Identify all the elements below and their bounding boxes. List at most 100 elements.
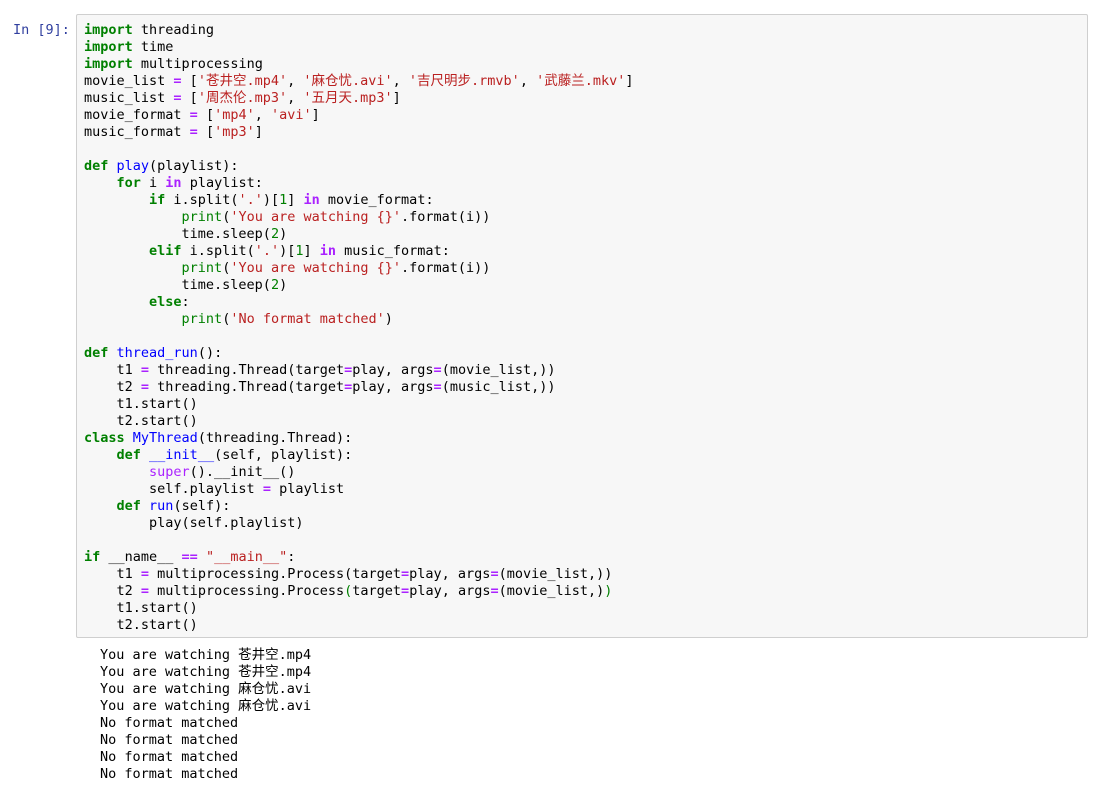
- code-token: i.split(: [165, 192, 239, 208]
- code-token: '五月天.mp3': [303, 90, 393, 106]
- code-token: def: [116, 447, 141, 463]
- code-line: t1 = threading.Thread(target=play, args=…: [84, 362, 634, 379]
- code-token: threading: [132, 22, 215, 38]
- output-line: No format matched: [100, 749, 239, 765]
- code-token: ): [384, 311, 393, 327]
- output-line: You are watching 麻仓忧.avi: [100, 698, 312, 714]
- code-token: movie_format:: [319, 192, 434, 208]
- code-line: import time: [84, 39, 634, 56]
- code-token: 'mp3': [214, 124, 255, 140]
- code-token: '麻仓忧.avi': [303, 73, 393, 89]
- code-token: =: [173, 90, 182, 106]
- code-token: movie_format: [84, 107, 190, 123]
- code-token: import: [84, 56, 133, 72]
- code-token: import: [84, 39, 133, 55]
- code-line: music_list = ['周杰伦.mp3', '五月天.mp3']: [84, 90, 634, 107]
- code-token: ]: [287, 192, 304, 208]
- code-token: i.split(: [181, 243, 255, 259]
- code-token: 'mp4': [214, 107, 255, 123]
- code-token: (movie_list,): [498, 583, 605, 599]
- code-token: 'You are watching {}': [230, 260, 402, 276]
- code-token: t1.start(): [84, 396, 198, 412]
- code-token: [: [181, 73, 198, 89]
- code-token: music_format: [84, 124, 190, 140]
- code-editor[interactable]: import threading import time import multip…: [76, 14, 1088, 638]
- code-line: t2 = threading.Thread(target=play, args=…: [84, 379, 634, 396]
- code-token: =: [140, 566, 150, 582]
- code-token: t1: [84, 362, 141, 378]
- code-token: =: [140, 583, 150, 599]
- code-token: music_list: [84, 90, 174, 106]
- code-token: print: [181, 260, 223, 276]
- code-token: if: [149, 192, 166, 208]
- code-token: )[: [262, 192, 280, 208]
- code-token: '苍井空.mp4': [197, 73, 288, 89]
- code-line: def __init__(self, playlist):: [84, 447, 634, 464]
- code-line: t2.start(): [84, 413, 634, 430]
- code-line: class MyThread(threading.Thread):: [84, 430, 634, 447]
- code-token: t2.start(): [84, 617, 198, 633]
- code-line: time.sleep(2): [84, 226, 634, 243]
- code-token: playlist: [270, 481, 345, 497]
- code-token: =: [140, 362, 150, 378]
- code-token: =: [490, 583, 499, 599]
- code-line: play(self.playlist): [84, 515, 634, 532]
- code-token: time.sleep(: [84, 226, 271, 242]
- output-line: You are watching 麻仓忧.avi: [100, 681, 312, 697]
- code-line: movie_list = ['苍井空.mp4', '麻仓忧.avi', '吉尺明…: [84, 73, 634, 90]
- code-token: threading.Thread(target: [149, 379, 345, 395]
- code-token: (movie_list,)): [498, 566, 613, 582]
- code-token: =: [433, 379, 442, 395]
- code-text[interactable]: import threading import time import multip…: [84, 22, 634, 634]
- code-token: def: [84, 158, 109, 174]
- code-line: if i.split('.')[1] in movie_format:: [84, 192, 634, 209]
- code-token: print: [181, 209, 223, 225]
- code-token: =: [140, 379, 150, 395]
- code-token: [: [197, 107, 215, 123]
- code-token: play, args: [409, 566, 491, 582]
- code-token: ,: [287, 90, 304, 106]
- code-token: =: [401, 566, 410, 582]
- code-token: import: [84, 22, 133, 38]
- code-token: =: [189, 124, 198, 140]
- code-token: thread_run: [116, 345, 198, 361]
- code-token: :: [287, 549, 296, 565]
- code-token: play(self.playlist): [84, 515, 304, 531]
- code-token: target: [352, 583, 402, 599]
- code-token: ): [604, 583, 613, 599]
- code-line: print('No format matched'): [84, 311, 634, 328]
- code-token: in: [319, 243, 337, 259]
- code-token: "__main__": [205, 549, 288, 565]
- code-line: print('You are watching {}'.format(i)): [84, 209, 634, 226]
- code-token: time.sleep(: [84, 277, 271, 293]
- code-token: ,: [287, 73, 304, 89]
- code-token: MyThread: [132, 430, 198, 446]
- code-token: def: [84, 345, 109, 361]
- code-line: print('You are watching {}'.format(i)): [84, 260, 634, 277]
- code-line: t1 = multiprocessing.Process(target=play…: [84, 566, 634, 583]
- code-token: ,: [392, 73, 409, 89]
- code-token: 'No format matched': [230, 311, 385, 327]
- code-token: super: [149, 464, 190, 480]
- code-token: multiprocessing.Process: [149, 583, 345, 599]
- output-line: No format matched: [100, 715, 239, 731]
- code-token: class: [84, 430, 125, 446]
- code-line: t2 = multiprocessing.Process(target=play…: [84, 583, 634, 600]
- code-token: multiprocessing.Process(target: [149, 566, 402, 582]
- code-token: ]: [303, 243, 320, 259]
- code-token: (threading.Thread):: [197, 430, 353, 446]
- code-token: ().__init__(): [189, 464, 296, 480]
